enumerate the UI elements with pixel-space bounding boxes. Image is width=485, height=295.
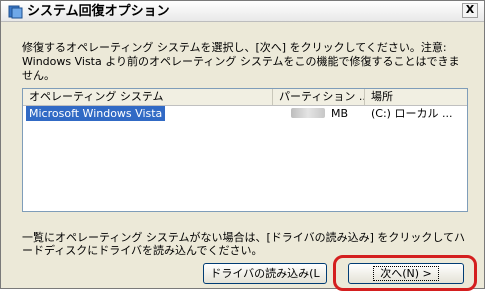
instruction-text: 修復するオペレーティング システムを選択し、[次へ] をクリックしてください。注… (22, 41, 460, 82)
next-button[interactable]: 次へ(N) > (348, 263, 464, 284)
load-drivers-button[interactable]: ドライバの読み込み(L (203, 263, 327, 284)
column-header-location[interactable]: 場所 (365, 89, 467, 105)
system-recovery-dialog: システム回復オプション X 修復するオペレーティング システムを選択し、[次へ]… (0, 0, 485, 289)
window-title: システム回復オプション (27, 4, 170, 19)
list-header: オペレーティング システム パーティション ... 場所 (23, 89, 467, 106)
driver-note-text: 一覧にオペレーティング システムがない場合は、[ドライバの読み込み] をクリック… (22, 231, 466, 257)
os-name-cell[interactable]: Microsoft Windows Vista (26, 106, 166, 121)
recovery-app-icon (8, 5, 23, 19)
location-cell: (C:) ローカル ... (371, 107, 453, 120)
list-item[interactable]: Microsoft Windows Vista MB (C:) ローカル ... (23, 106, 467, 121)
column-header-partition[interactable]: パーティション ... (273, 89, 365, 105)
column-header-os[interactable]: オペレーティング システム (23, 89, 273, 105)
close-button[interactable]: X (462, 3, 478, 18)
title-bar: システム回復オプション X (1, 1, 484, 22)
next-button-label: 次へ(N) > (373, 266, 439, 281)
redacted-size (291, 108, 325, 118)
partition-unit: MB (331, 107, 349, 120)
os-list[interactable]: オペレーティング システム パーティション ... 場所 Microsoft W… (22, 88, 468, 212)
partition-size-cell: MB (273, 106, 365, 121)
